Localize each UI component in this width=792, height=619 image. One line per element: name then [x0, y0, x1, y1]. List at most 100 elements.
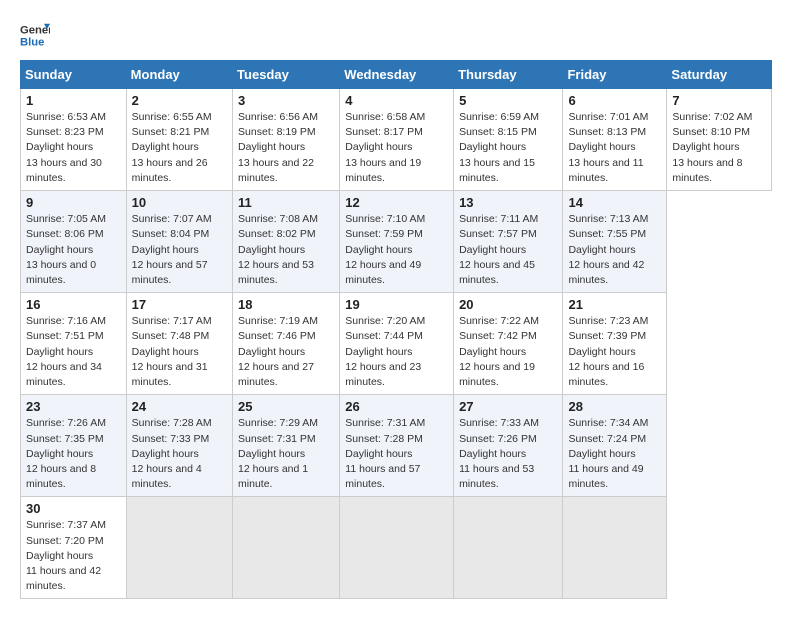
- day-number: 27: [459, 399, 557, 414]
- calendar-day-cell: 24 Sunrise: 7:28 AMSunset: 7:33 PMDayligh…: [126, 395, 232, 497]
- calendar-day-cell: 3 Sunrise: 6:56 AMSunset: 8:19 PMDaylight…: [233, 89, 340, 191]
- day-info: Sunrise: 7:02 AMSunset: 8:10 PMDaylight …: [672, 110, 766, 186]
- day-number: 14: [568, 195, 661, 210]
- day-info: Sunrise: 6:55 AMSunset: 8:21 PMDaylight …: [132, 110, 227, 186]
- day-info: Sunrise: 7:10 AMSunset: 7:59 PMDaylight …: [345, 212, 448, 288]
- day-info: Sunrise: 7:08 AMSunset: 8:02 PMDaylight …: [238, 212, 334, 288]
- calendar-day-cell: 28 Sunrise: 7:34 AMSunset: 7:24 PMDayligh…: [563, 395, 667, 497]
- calendar-day-cell: 2 Sunrise: 6:55 AMSunset: 8:21 PMDaylight…: [126, 89, 232, 191]
- day-number: 9: [26, 195, 121, 210]
- day-info: Sunrise: 7:17 AMSunset: 7:48 PMDaylight …: [132, 314, 227, 390]
- calendar-day-cell: 12 Sunrise: 7:10 AMSunset: 7:59 PMDayligh…: [340, 191, 454, 293]
- day-number: 5: [459, 93, 557, 108]
- calendar-day-cell: 10 Sunrise: 7:07 AMSunset: 8:04 PMDayligh…: [126, 191, 232, 293]
- day-number: 17: [132, 297, 227, 312]
- day-info: Sunrise: 7:33 AMSunset: 7:26 PMDaylight …: [459, 416, 557, 492]
- calendar-day-cell: 25 Sunrise: 7:29 AMSunset: 7:31 PMDayligh…: [233, 395, 340, 497]
- weekday-header: Wednesday: [340, 61, 454, 89]
- day-info: Sunrise: 7:11 AMSunset: 7:57 PMDaylight …: [459, 212, 557, 288]
- day-number: 10: [132, 195, 227, 210]
- day-number: 3: [238, 93, 334, 108]
- weekday-header: Monday: [126, 61, 232, 89]
- day-number: 12: [345, 195, 448, 210]
- day-info: Sunrise: 7:22 AMSunset: 7:42 PMDaylight …: [459, 314, 557, 390]
- calendar-day-cell: [563, 497, 667, 599]
- day-info: Sunrise: 7:16 AMSunset: 7:51 PMDaylight …: [26, 314, 121, 390]
- day-number: 11: [238, 195, 334, 210]
- day-number: 20: [459, 297, 557, 312]
- day-info: Sunrise: 6:59 AMSunset: 8:15 PMDaylight …: [459, 110, 557, 186]
- calendar-day-cell: 21 Sunrise: 7:23 AMSunset: 7:39 PMDayligh…: [563, 293, 667, 395]
- calendar-day-cell: 26 Sunrise: 7:31 AMSunset: 7:28 PMDayligh…: [340, 395, 454, 497]
- day-number: 21: [568, 297, 661, 312]
- calendar-day-cell: 17 Sunrise: 7:17 AMSunset: 7:48 PMDayligh…: [126, 293, 232, 395]
- day-info: Sunrise: 7:26 AMSunset: 7:35 PMDaylight …: [26, 416, 121, 492]
- day-number: 7: [672, 93, 766, 108]
- day-number: 6: [568, 93, 661, 108]
- calendar-day-cell: 20 Sunrise: 7:22 AMSunset: 7:42 PMDayligh…: [454, 293, 563, 395]
- day-info: Sunrise: 7:23 AMSunset: 7:39 PMDaylight …: [568, 314, 661, 390]
- calendar-day-cell: 1 Sunrise: 6:53 AMSunset: 8:23 PMDaylight…: [21, 89, 127, 191]
- day-info: Sunrise: 7:34 AMSunset: 7:24 PMDaylight …: [568, 416, 661, 492]
- calendar-day-cell: 6 Sunrise: 7:01 AMSunset: 8:13 PMDaylight…: [563, 89, 667, 191]
- calendar-week-row: 23 Sunrise: 7:26 AMSunset: 7:35 PMDayligh…: [21, 395, 772, 497]
- calendar-day-cell: 18 Sunrise: 7:19 AMSunset: 7:46 PMDayligh…: [233, 293, 340, 395]
- day-info: Sunrise: 7:28 AMSunset: 7:33 PMDaylight …: [132, 416, 227, 492]
- day-info: Sunrise: 7:05 AMSunset: 8:06 PMDaylight …: [26, 212, 121, 288]
- calendar-day-cell: 30 Sunrise: 7:37 AMSunset: 7:20 PMDayligh…: [21, 497, 127, 599]
- calendar-day-cell: 23 Sunrise: 7:26 AMSunset: 7:35 PMDayligh…: [21, 395, 127, 497]
- calendar-day-cell: [233, 497, 340, 599]
- day-number: 28: [568, 399, 661, 414]
- calendar-day-cell: 16 Sunrise: 7:16 AMSunset: 7:51 PMDayligh…: [21, 293, 127, 395]
- calendar-day-cell: 27 Sunrise: 7:33 AMSunset: 7:26 PMDayligh…: [454, 395, 563, 497]
- calendar-day-cell: 14 Sunrise: 7:13 AMSunset: 7:55 PMDayligh…: [563, 191, 667, 293]
- weekday-header: Thursday: [454, 61, 563, 89]
- day-number: 25: [238, 399, 334, 414]
- calendar-day-cell: 11 Sunrise: 7:08 AMSunset: 8:02 PMDayligh…: [233, 191, 340, 293]
- calendar-table: SundayMondayTuesdayWednesdayThursdayFrid…: [20, 60, 772, 599]
- logo-icon: General Blue: [20, 20, 50, 50]
- day-number: 13: [459, 195, 557, 210]
- day-number: 2: [132, 93, 227, 108]
- day-number: 18: [238, 297, 334, 312]
- calendar-day-cell: [454, 497, 563, 599]
- weekday-header: Friday: [563, 61, 667, 89]
- day-info: Sunrise: 7:01 AMSunset: 8:13 PMDaylight …: [568, 110, 661, 186]
- day-number: 30: [26, 501, 121, 516]
- day-info: Sunrise: 6:56 AMSunset: 8:19 PMDaylight …: [238, 110, 334, 186]
- calendar-week-row: 1 Sunrise: 6:53 AMSunset: 8:23 PMDaylight…: [21, 89, 772, 191]
- day-number: 26: [345, 399, 448, 414]
- calendar-header-row: SundayMondayTuesdayWednesdayThursdayFrid…: [21, 61, 772, 89]
- calendar-day-cell: [126, 497, 232, 599]
- day-info: Sunrise: 7:13 AMSunset: 7:55 PMDaylight …: [568, 212, 661, 288]
- calendar-week-row: 30 Sunrise: 7:37 AMSunset: 7:20 PMDayligh…: [21, 497, 772, 599]
- day-number: 24: [132, 399, 227, 414]
- page-header: General Blue: [20, 20, 772, 50]
- day-info: Sunrise: 7:31 AMSunset: 7:28 PMDaylight …: [345, 416, 448, 492]
- day-number: 19: [345, 297, 448, 312]
- calendar-day-cell: 13 Sunrise: 7:11 AMSunset: 7:57 PMDayligh…: [454, 191, 563, 293]
- day-info: Sunrise: 7:07 AMSunset: 8:04 PMDaylight …: [132, 212, 227, 288]
- day-info: Sunrise: 6:53 AMSunset: 8:23 PMDaylight …: [26, 110, 121, 186]
- logo: General Blue: [20, 20, 54, 50]
- day-info: Sunrise: 6:58 AMSunset: 8:17 PMDaylight …: [345, 110, 448, 186]
- calendar-day-cell: 19 Sunrise: 7:20 AMSunset: 7:44 PMDayligh…: [340, 293, 454, 395]
- day-info: Sunrise: 7:20 AMSunset: 7:44 PMDaylight …: [345, 314, 448, 390]
- calendar-day-cell: 4 Sunrise: 6:58 AMSunset: 8:17 PMDaylight…: [340, 89, 454, 191]
- calendar-day-cell: [340, 497, 454, 599]
- weekday-header: Sunday: [21, 61, 127, 89]
- day-info: Sunrise: 7:29 AMSunset: 7:31 PMDaylight …: [238, 416, 334, 492]
- day-number: 16: [26, 297, 121, 312]
- calendar-day-cell: 9 Sunrise: 7:05 AMSunset: 8:06 PMDaylight…: [21, 191, 127, 293]
- day-info: Sunrise: 7:37 AMSunset: 7:20 PMDaylight …: [26, 518, 121, 594]
- day-number: 4: [345, 93, 448, 108]
- weekday-header: Saturday: [667, 61, 772, 89]
- day-number: 1: [26, 93, 121, 108]
- calendar-day-cell: 5 Sunrise: 6:59 AMSunset: 8:15 PMDaylight…: [454, 89, 563, 191]
- day-info: Sunrise: 7:19 AMSunset: 7:46 PMDaylight …: [238, 314, 334, 390]
- calendar-day-cell: 7 Sunrise: 7:02 AMSunset: 8:10 PMDaylight…: [667, 89, 772, 191]
- day-number: 23: [26, 399, 121, 414]
- svg-text:Blue: Blue: [20, 37, 44, 49]
- weekday-header: Tuesday: [233, 61, 340, 89]
- calendar-week-row: 16 Sunrise: 7:16 AMSunset: 7:51 PMDayligh…: [21, 293, 772, 395]
